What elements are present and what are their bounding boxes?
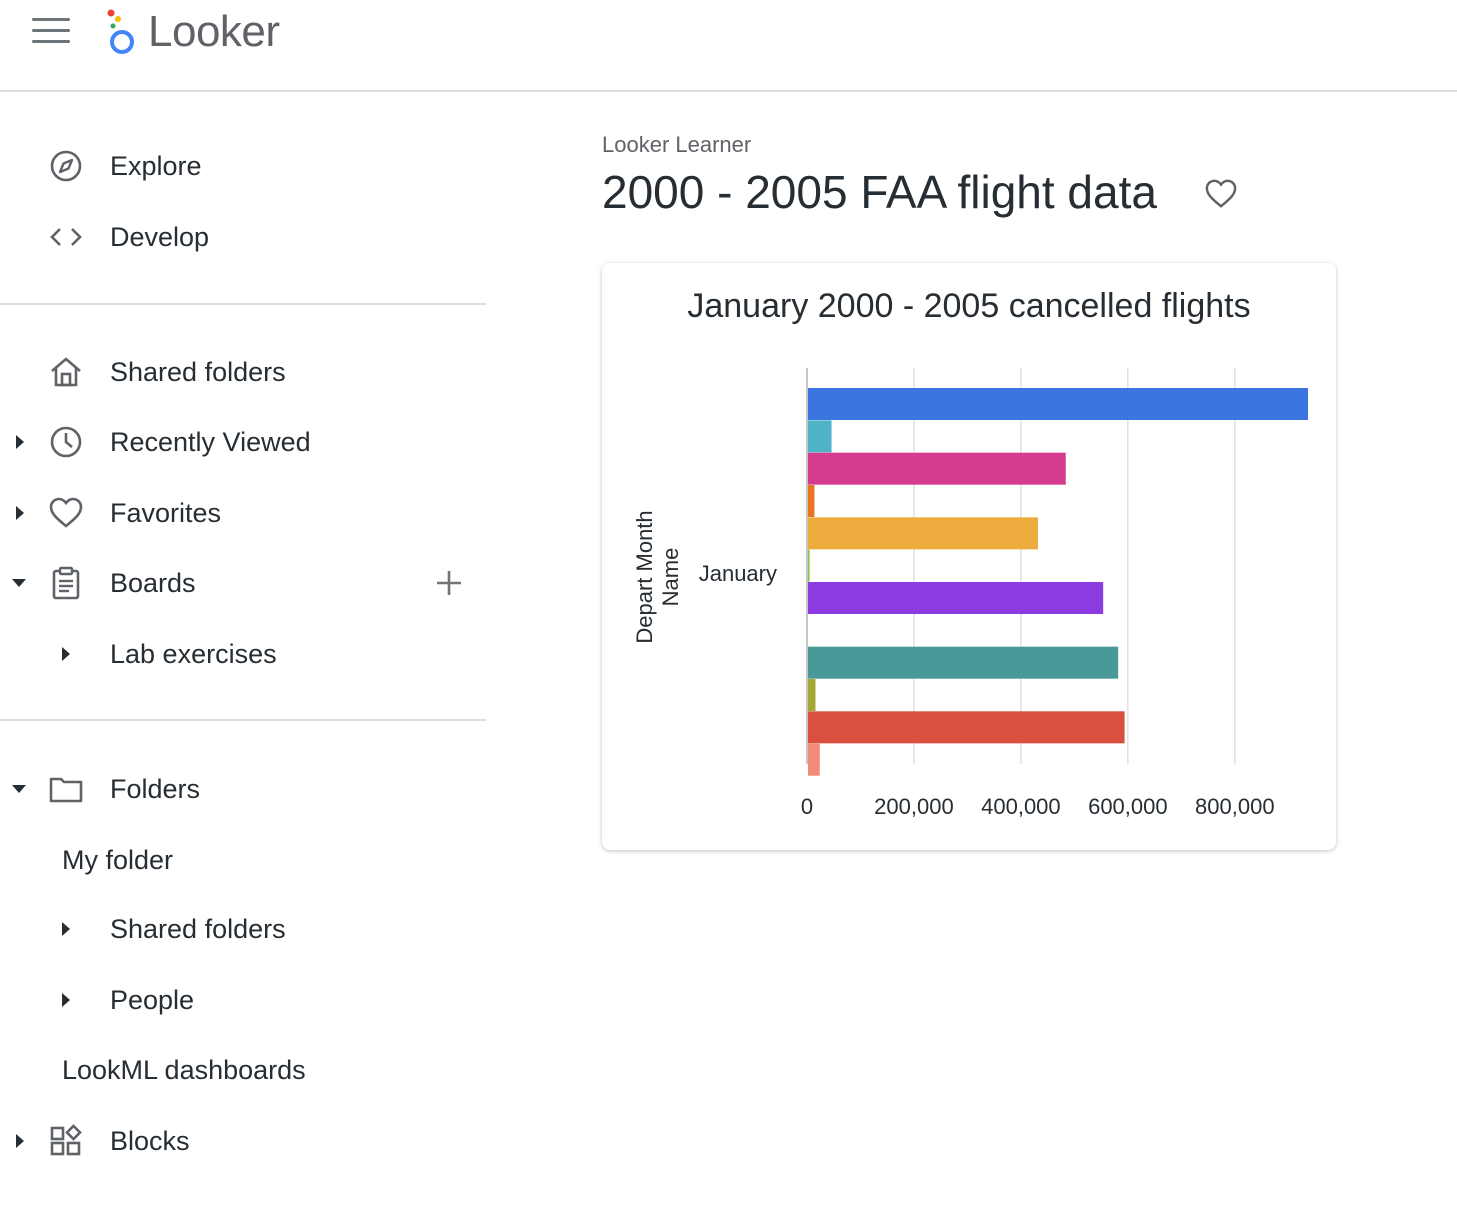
sidebar-item-explore[interactable]: Explore (0, 138, 486, 194)
app-name: Looker (148, 7, 280, 56)
expand-caret-icon[interactable] (62, 993, 70, 1007)
sidebar-item-label: Lab exercises (110, 638, 277, 669)
clipboard-icon (52, 566, 80, 600)
bar (808, 711, 1125, 744)
sidebar-item-lookml-dashboards[interactable]: LookML dashboards (0, 1042, 486, 1098)
clock-icon (50, 426, 82, 458)
y-axis-title-line: Name (658, 548, 683, 607)
bar (808, 485, 815, 518)
sidebar-item-label: Folders (110, 773, 201, 804)
y-axis-title: Depart Month Name (632, 510, 683, 643)
favorite-heart-icon[interactable] (1204, 178, 1238, 210)
collapse-caret-icon[interactable] (12, 785, 26, 793)
looker-logo-icon (107, 9, 134, 54)
home-icon (51, 357, 81, 387)
sidebar-item-label: Explore (110, 150, 202, 181)
sidebar-item-label: Shared folders (110, 913, 286, 944)
x-tick-label: 600,000 (1088, 794, 1168, 819)
sidebar-item-favorites[interactable]: Favorites (0, 485, 486, 541)
sidebar-item-label: Blocks (110, 1125, 190, 1156)
x-tick-label: 800,000 (1195, 794, 1275, 819)
sidebar-item-people[interactable]: People (0, 972, 486, 1028)
sidebar-item-folders-shared[interactable]: Shared folders (0, 901, 486, 957)
add-board-plus-icon[interactable] (434, 568, 464, 598)
bar-chart: 0 200,000 400,000 600,000 800,000 January Depa… (632, 368, 1308, 819)
sidebar-item-label: Develop (110, 221, 210, 252)
top-bar: Looker (0, 0, 1457, 92)
chart-tile[interactable]: January 2000 - 2005 cancelled flights 02… (602, 263, 1336, 850)
bar (808, 679, 816, 712)
hamburger-menu-icon[interactable] (32, 18, 70, 44)
compass-icon (50, 150, 82, 182)
sidebar-item-label: Recently Viewed (110, 426, 311, 457)
bar (808, 452, 1066, 485)
page-title: 2000 - 2005 FAA flight data (602, 166, 1157, 218)
category-label: January (699, 561, 777, 586)
sidebar-item-folders[interactable]: Folders (0, 761, 486, 817)
y-axis-title-line: Depart Month (632, 510, 657, 643)
heart-icon (49, 497, 83, 528)
sidebar: Explore Develop Shared folders Recently … (0, 92, 486, 1232)
bar (808, 646, 1119, 679)
sidebar-item-label: People (110, 984, 195, 1015)
sidebar-item-label: Favorites (110, 497, 222, 528)
expand-caret-icon[interactable] (16, 435, 24, 449)
sidebar-item-label: My folder (62, 844, 174, 875)
code-icon (50, 228, 82, 246)
sidebar-item-boards[interactable]: Boards (0, 555, 486, 611)
sidebar-item-label: LookML dashboards (62, 1054, 306, 1085)
expand-caret-icon[interactable] (62, 922, 70, 936)
sidebar-item-recently-viewed[interactable]: Recently Viewed (0, 414, 486, 470)
sidebar-item-develop[interactable]: Develop (0, 209, 486, 265)
sidebar-item-label: Boards (110, 567, 196, 598)
x-tick-label: 200,000 (874, 794, 954, 819)
bar (808, 582, 1104, 615)
bar (808, 517, 1038, 550)
x-tick-label: 400,000 (981, 794, 1061, 819)
blocks-icon (50, 1124, 82, 1156)
bar (808, 549, 810, 582)
x-tick-label: 0 (801, 794, 813, 819)
sidebar-item-blocks[interactable]: Blocks (0, 1113, 486, 1169)
breadcrumb[interactable]: Looker Learner (602, 132, 751, 158)
sidebar-item-shared-folders[interactable]: Shared folders (0, 344, 486, 400)
bar (808, 420, 832, 453)
expand-caret-icon[interactable] (16, 506, 24, 520)
sidebar-divider (0, 719, 486, 721)
collapse-caret-icon[interactable] (12, 579, 26, 587)
expand-caret-icon[interactable] (62, 647, 70, 661)
bar (808, 388, 1308, 421)
sidebar-item-my-folder[interactable]: My folder (0, 832, 486, 888)
folder-icon (49, 777, 83, 803)
sidebar-item-lab-exercises[interactable]: Lab exercises (0, 626, 486, 682)
sidebar-divider (0, 303, 486, 305)
sidebar-item-label: Shared folders (110, 356, 286, 387)
expand-caret-icon[interactable] (16, 1134, 24, 1148)
bar (808, 743, 820, 776)
looker-logo[interactable]: Looker (104, 6, 280, 58)
